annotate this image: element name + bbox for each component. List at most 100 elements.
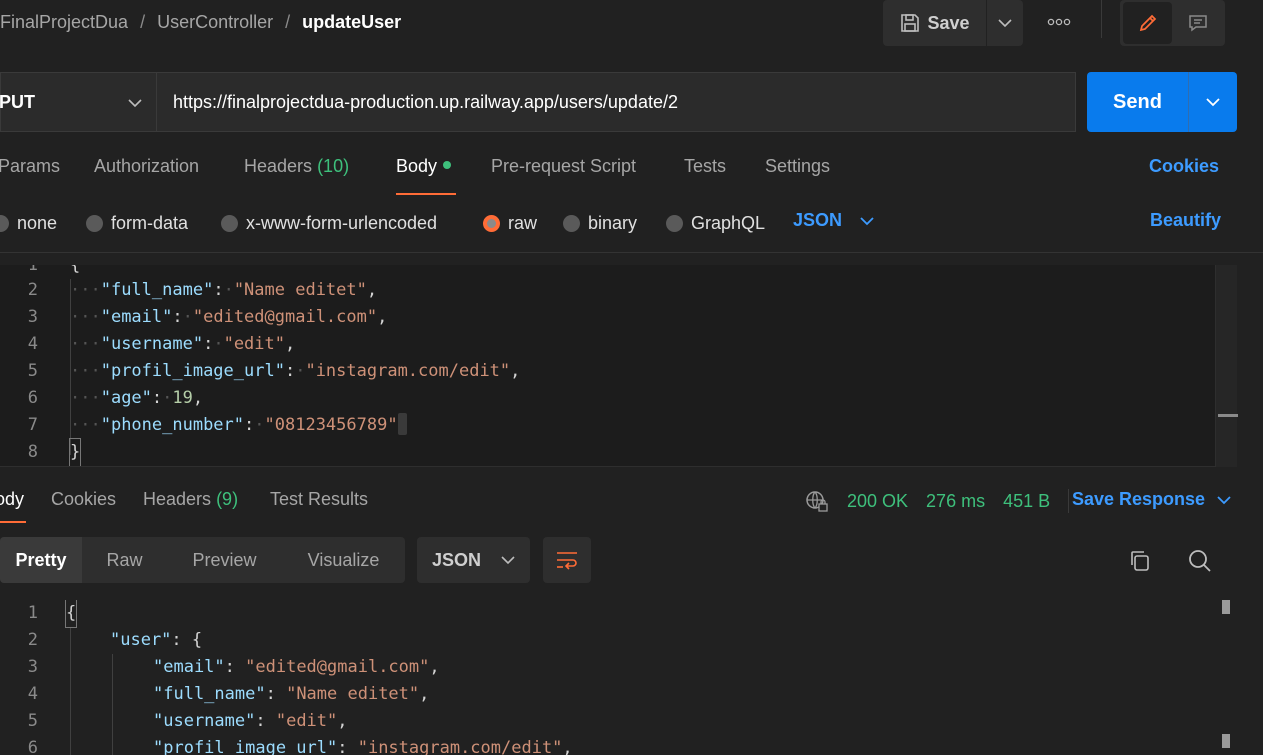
- save-button-group: Save: [883, 0, 1023, 46]
- radio-circle: [0, 215, 9, 232]
- view-raw-button[interactable]: Raw: [82, 537, 167, 583]
- tab-pre-request-script[interactable]: Pre-request Script: [491, 156, 636, 177]
- radio-none[interactable]: none: [0, 213, 57, 234]
- radio-binary[interactable]: binary: [563, 213, 637, 234]
- line-number: 5: [27, 361, 38, 381]
- tab-headers[interactable]: Headers (10): [244, 156, 349, 177]
- code-line: 6 "profil_image_url": "instagram.com/edit…: [0, 735, 1215, 755]
- response-tab-body[interactable]: Body: [0, 489, 24, 510]
- save-response-button[interactable]: Save Response: [1072, 489, 1231, 510]
- raw-format-select[interactable]: JSON: [793, 210, 874, 231]
- breadcrumb-request[interactable]: updateUser: [302, 12, 401, 33]
- tab-headers-label: Headers: [244, 156, 313, 176]
- response-format-select[interactable]: JSON: [417, 537, 530, 583]
- response-tab-cookies[interactable]: Cookies: [51, 489, 116, 510]
- response-tabs: Body Cookies Headers (9) Test Results: [0, 489, 400, 515]
- send-dropdown-button[interactable]: [1188, 72, 1237, 132]
- line-number: 2: [27, 630, 38, 650]
- json-value: "Name editet": [233, 280, 367, 300]
- scrollbar-thumb[interactable]: [1218, 414, 1238, 417]
- request-body-editor[interactable]: 1{ 2 ···"full_name":·"Name editet", 3 ···"…: [0, 265, 1237, 467]
- save-button[interactable]: Save: [883, 0, 986, 46]
- json-value: "edit": [275, 711, 338, 731]
- tab-authorization[interactable]: Authorization: [94, 156, 199, 177]
- json-key: "profil_image_url": [153, 738, 338, 755]
- response-scrollbar[interactable]: [1215, 600, 1237, 755]
- json-comma: ,: [429, 657, 440, 677]
- json-key: "username": [100, 334, 204, 354]
- globe-lock-icon[interactable]: [805, 489, 829, 513]
- status-code[interactable]: 200 OK: [847, 491, 908, 512]
- section-divider: [0, 252, 1263, 253]
- code-line: 2 "user": {: [0, 627, 1215, 654]
- json-value: "08123456789": [264, 415, 398, 435]
- response-tab-headers[interactable]: Headers (9): [143, 489, 238, 510]
- comments-button[interactable]: [1174, 2, 1222, 44]
- status-divider: [1068, 489, 1070, 513]
- chevron-down-icon: [128, 99, 142, 108]
- request-editor-scrollbar[interactable]: [1215, 265, 1238, 467]
- headers-count-badge: (10): [317, 156, 350, 176]
- json-comma: ,: [285, 334, 296, 354]
- json-key: "email": [153, 657, 225, 677]
- code-line: 6 ···"age":·19,: [0, 385, 1215, 412]
- view-preview-button[interactable]: Preview: [167, 537, 282, 583]
- chevron-down-icon: [860, 216, 874, 225]
- send-button[interactable]: Send: [1087, 72, 1188, 132]
- response-body-viewer[interactable]: 1{ 2 "user": { 3 "email": "edited@gmail.co…: [0, 600, 1237, 755]
- tab-body[interactable]: Body: [396, 156, 452, 177]
- search-response-button[interactable]: [1187, 548, 1213, 574]
- radio-raw[interactable]: raw: [483, 213, 537, 234]
- radio-graphql[interactable]: GraphQL: [666, 213, 765, 234]
- json-comma: ,: [419, 684, 430, 704]
- url-input[interactable]: https://finalprojectdua-production.up.ra…: [156, 72, 1076, 132]
- active-response-tab-indicator: [0, 521, 26, 523]
- code-text: }: [68, 438, 82, 466]
- code-line: 8}: [0, 438, 1215, 466]
- tab-params[interactable]: Params: [0, 156, 60, 177]
- response-size[interactable]: 451 B: [1003, 491, 1050, 512]
- view-visualize-button[interactable]: Visualize: [282, 537, 405, 583]
- text-cursor: [397, 413, 407, 435]
- chevron-down-icon: [1217, 495, 1231, 504]
- scrollbar-thumb[interactable]: [1222, 600, 1230, 614]
- radio-binary-label: binary: [588, 213, 638, 233]
- json-key: "age": [100, 388, 152, 408]
- response-tab-headers-label: Headers: [143, 489, 212, 509]
- documentation-edit-button[interactable]: [1123, 2, 1172, 44]
- scrollbar-thumb[interactable]: [1222, 734, 1230, 748]
- chevron-down-icon: [998, 19, 1012, 28]
- line-number: 8: [27, 442, 38, 462]
- breadcrumb-separator: /: [140, 11, 146, 32]
- radio-urlencoded[interactable]: x-www-form-urlencoded: [221, 213, 437, 234]
- code-line: 4 ···"username":·"edit",: [0, 331, 1215, 358]
- tab-settings[interactable]: Settings: [765, 156, 830, 177]
- json-value: 19: [172, 388, 193, 408]
- wrap-lines-button[interactable]: [543, 537, 591, 583]
- save-icon: [901, 14, 920, 32]
- line-number: 6: [27, 388, 38, 408]
- response-time[interactable]: 276 ms: [926, 491, 985, 512]
- ellipsis-icon: [1047, 18, 1071, 26]
- radio-form-data[interactable]: form-data: [86, 213, 188, 234]
- breadcrumb-collection[interactable]: FinalProjectDua: [0, 12, 128, 33]
- breadcrumb-folder[interactable]: UserController: [157, 12, 273, 33]
- tab-tests[interactable]: Tests: [684, 156, 726, 177]
- tab-body-label: Body: [396, 156, 438, 176]
- cookies-link[interactable]: Cookies: [1149, 156, 1219, 177]
- save-dropdown-button[interactable]: [987, 0, 1023, 46]
- code-text: {: [64, 600, 78, 628]
- radio-graphql-label: GraphQL: [691, 213, 766, 233]
- method-select[interactable]: PUT: [0, 72, 156, 132]
- json-key: "full_name": [100, 280, 214, 300]
- copy-response-button[interactable]: [1127, 548, 1153, 574]
- header-divider: [1101, 0, 1102, 38]
- radio-circle: [86, 215, 103, 232]
- line-number: 4: [27, 334, 38, 354]
- view-pretty-button[interactable]: Pretty: [0, 537, 82, 583]
- beautify-button[interactable]: Beautify: [1150, 210, 1221, 231]
- body-modified-indicator: [443, 161, 452, 169]
- response-tab-test-results[interactable]: Test Results: [270, 489, 368, 510]
- more-actions-button[interactable]: [1040, 10, 1078, 34]
- chevron-down-icon: [1206, 98, 1220, 107]
